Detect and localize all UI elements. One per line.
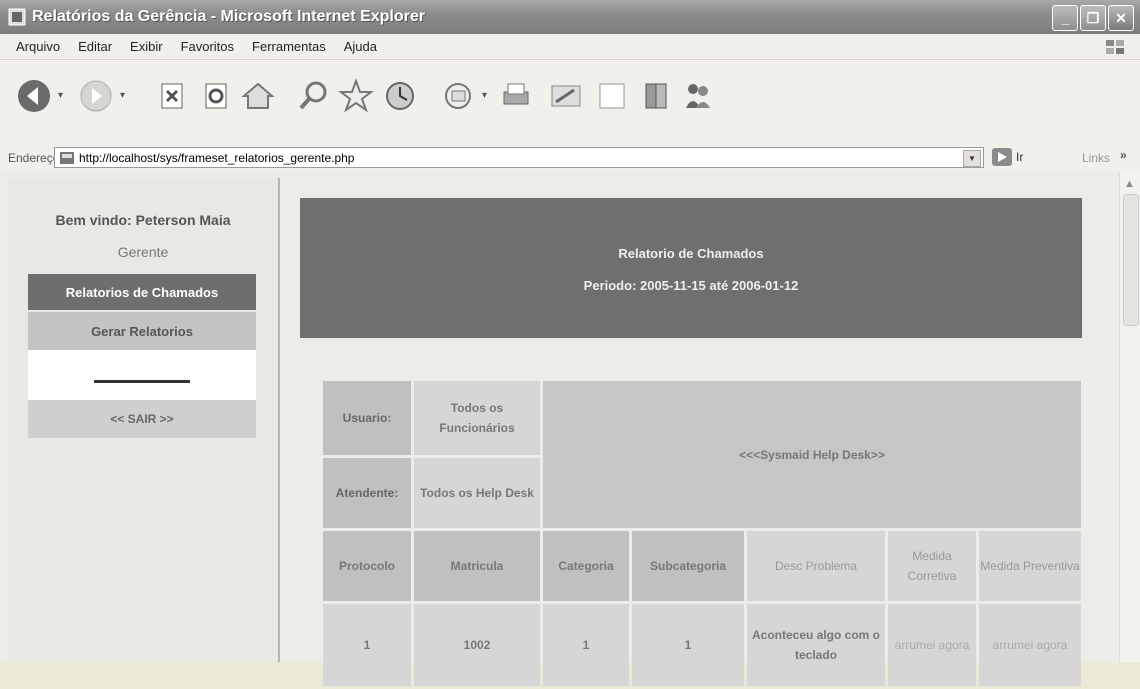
ie-app-icon xyxy=(8,8,26,26)
research-icon[interactable] xyxy=(636,76,676,116)
filter-row-user: Usuario: Todos os Funcionários <<<Sysmai… xyxy=(323,381,1081,528)
report-title: Relatorio de Chamados xyxy=(618,246,764,261)
forward-dropdown-icon[interactable]: ▾ xyxy=(120,90,125,101)
report-banner: Relatorio de Chamados Periodo: 2005-11-1… xyxy=(300,198,1082,338)
toolbar: ▾ ▾ ▾ xyxy=(0,60,1140,145)
report-table: Usuario: Todos os Funcionários <<<Sysmai… xyxy=(320,378,1084,689)
address-bar: Endereço http://localhost/sys/frameset_r… xyxy=(0,144,1140,173)
menu-bar: Arquivo Editar Exibir Favoritos Ferramen… xyxy=(0,34,1140,60)
page-content: Bem vindo: Peterson Maia Gerente Relator… xyxy=(0,172,1140,686)
refresh-icon[interactable] xyxy=(196,76,236,116)
discuss-icon[interactable] xyxy=(592,76,632,116)
table-row: 1 1002 1 1 Aconteceu algo com o teclado … xyxy=(323,604,1081,686)
mail-dropdown-icon[interactable]: ▾ xyxy=(482,90,487,101)
cell-medida-preventiva: arrumei agora xyxy=(979,604,1081,686)
menu-ajuda[interactable]: Ajuda xyxy=(344,39,377,54)
header-row: Protocolo Matricula Categoria Subcategor… xyxy=(323,531,1081,601)
left-frame: Bem vindo: Peterson Maia Gerente Relator… xyxy=(8,178,280,662)
title-bar: Relatórios da Gerência - Microsoft Inter… xyxy=(0,0,1140,34)
user-value: Todos os Funcionários xyxy=(414,381,540,455)
search-icon[interactable] xyxy=(294,76,334,116)
address-input[interactable]: http://localhost/sys/frameset_relatorios… xyxy=(54,147,984,168)
menu-exibir[interactable]: Exibir xyxy=(130,39,163,54)
menu-favoritos[interactable]: Favoritos xyxy=(181,39,234,54)
address-label: Endereço xyxy=(8,151,60,165)
messenger-icon[interactable] xyxy=(678,76,718,116)
nav-relatorios-chamados[interactable]: Relatorios de Chamados xyxy=(28,274,256,310)
close-button[interactable]: ✕ xyxy=(1108,5,1134,31)
menu-ferramentas[interactable]: Ferramentas xyxy=(252,39,326,54)
col-medida-preventiva: Medida Preventiva xyxy=(979,531,1081,601)
page-icon xyxy=(60,151,74,164)
exit-button[interactable]: << SAIR >> xyxy=(28,400,256,438)
report-period: Periodo: 2005-11-15 até 2006-01-12 xyxy=(583,278,799,293)
col-desc-problema: Desc Problema xyxy=(747,531,885,601)
links-button[interactable]: Links xyxy=(1082,151,1110,165)
cell-categoria: 1 xyxy=(543,604,629,686)
main-frame: Relatorio de Chamados Periodo: 2005-11-1… xyxy=(280,172,1120,686)
nav-spacer xyxy=(28,350,256,400)
attendant-label: Atendente: xyxy=(323,458,411,528)
user-role: Gerente xyxy=(117,244,169,260)
windows-logo-icon xyxy=(1106,40,1124,54)
go-arrow-icon xyxy=(992,148,1012,166)
col-subcategoria: Subcategoria xyxy=(632,531,744,601)
menu-editar[interactable]: Editar xyxy=(78,39,112,54)
favorites-icon[interactable] xyxy=(336,76,376,116)
scroll-thumb[interactable] xyxy=(1123,194,1139,326)
back-icon[interactable] xyxy=(14,76,54,116)
vertical-scrollbar[interactable]: ▲ xyxy=(1119,172,1140,662)
welcome-text: Bem vindo: Peterson Maia xyxy=(55,212,231,228)
system-name: <<<Sysmaid Help Desk>> xyxy=(543,381,1081,528)
go-label: Ir xyxy=(1016,150,1024,164)
back-dropdown-icon[interactable]: ▾ xyxy=(58,90,63,101)
cell-matricula: 1002 xyxy=(414,604,540,686)
cell-protocolo: 1 xyxy=(323,604,411,686)
cell-medida-corretiva: arrumei agora xyxy=(888,604,976,686)
user-label: Usuario: xyxy=(323,381,411,455)
col-medida-corretiva: Medida Corretiva xyxy=(888,531,976,601)
address-dropdown-icon[interactable]: ▼ xyxy=(963,150,981,167)
stop-icon[interactable] xyxy=(152,76,192,116)
minimize-button[interactable]: _ xyxy=(1052,5,1078,31)
forward-icon[interactable] xyxy=(76,76,116,116)
history-icon[interactable] xyxy=(380,76,420,116)
nav-gerar-relatorios[interactable]: Gerar Relatorios xyxy=(28,312,256,350)
cell-desc-problema: Aconteceu algo com o teclado xyxy=(747,604,885,686)
cell-subcategoria: 1 xyxy=(632,604,744,686)
col-protocolo: Protocolo xyxy=(323,531,411,601)
col-matricula: Matricula xyxy=(414,531,540,601)
print-icon[interactable] xyxy=(496,76,536,116)
go-button[interactable]: Ir xyxy=(992,148,1023,166)
maximize-button[interactable]: ❐ xyxy=(1080,5,1106,31)
links-chevron-icon[interactable]: » xyxy=(1120,148,1127,162)
window-title: Relatórios da Gerência - Microsoft Inter… xyxy=(32,8,425,25)
edit-icon[interactable] xyxy=(546,76,586,116)
col-categoria: Categoria xyxy=(543,531,629,601)
attendant-value: Todos os Help Desk xyxy=(414,458,540,528)
mail-icon[interactable] xyxy=(440,76,480,116)
scroll-up-icon[interactable]: ▲ xyxy=(1124,178,1135,190)
divider xyxy=(94,380,190,383)
home-icon[interactable] xyxy=(238,76,278,116)
address-url[interactable]: http://localhost/sys/frameset_relatorios… xyxy=(79,151,354,165)
menu-arquivo[interactable]: Arquivo xyxy=(16,39,60,54)
